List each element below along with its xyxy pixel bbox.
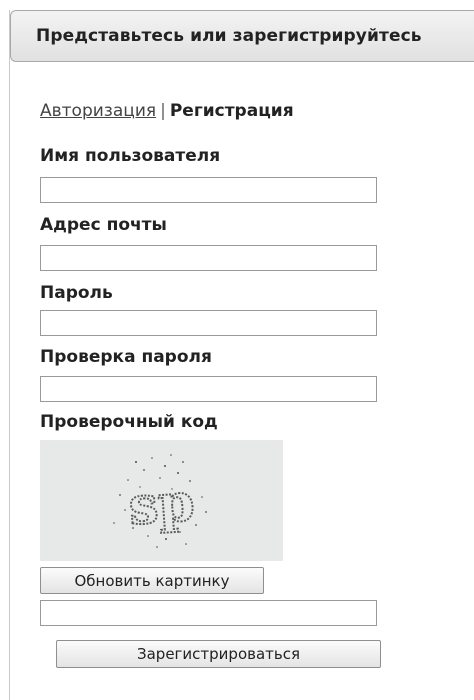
captcha-field[interactable] xyxy=(40,600,377,626)
captcha-label: Проверочный код xyxy=(40,412,218,432)
tab-login-link[interactable]: Авторизация xyxy=(40,101,156,121)
password-confirm-field[interactable] xyxy=(40,376,377,402)
username-label: Имя пользователя xyxy=(40,146,221,166)
auth-tabs: Авторизация | Регистрация xyxy=(40,101,294,121)
tab-separator: | xyxy=(160,101,166,121)
register-button[interactable]: Зарегистрироваться xyxy=(56,640,381,668)
email-field[interactable] xyxy=(40,245,377,271)
tab-register-current: Регистрация xyxy=(169,101,294,121)
captcha-text: sp xyxy=(127,472,197,537)
email-label: Адрес почты xyxy=(40,215,167,235)
username-field[interactable] xyxy=(40,177,377,203)
captcha-image: sp xyxy=(40,440,283,561)
password-field[interactable] xyxy=(40,310,377,336)
password-label: Пароль xyxy=(40,283,113,303)
panel-title: Представьтесь или зарегистрируйтесь xyxy=(36,26,422,46)
captcha-image-graphic: sp xyxy=(113,454,207,548)
password-confirm-label: Проверка пароля xyxy=(40,347,212,367)
refresh-captcha-button[interactable]: Обновить картинку xyxy=(40,567,264,594)
panel-header: Представьтесь или зарегистрируйтесь xyxy=(10,10,474,62)
